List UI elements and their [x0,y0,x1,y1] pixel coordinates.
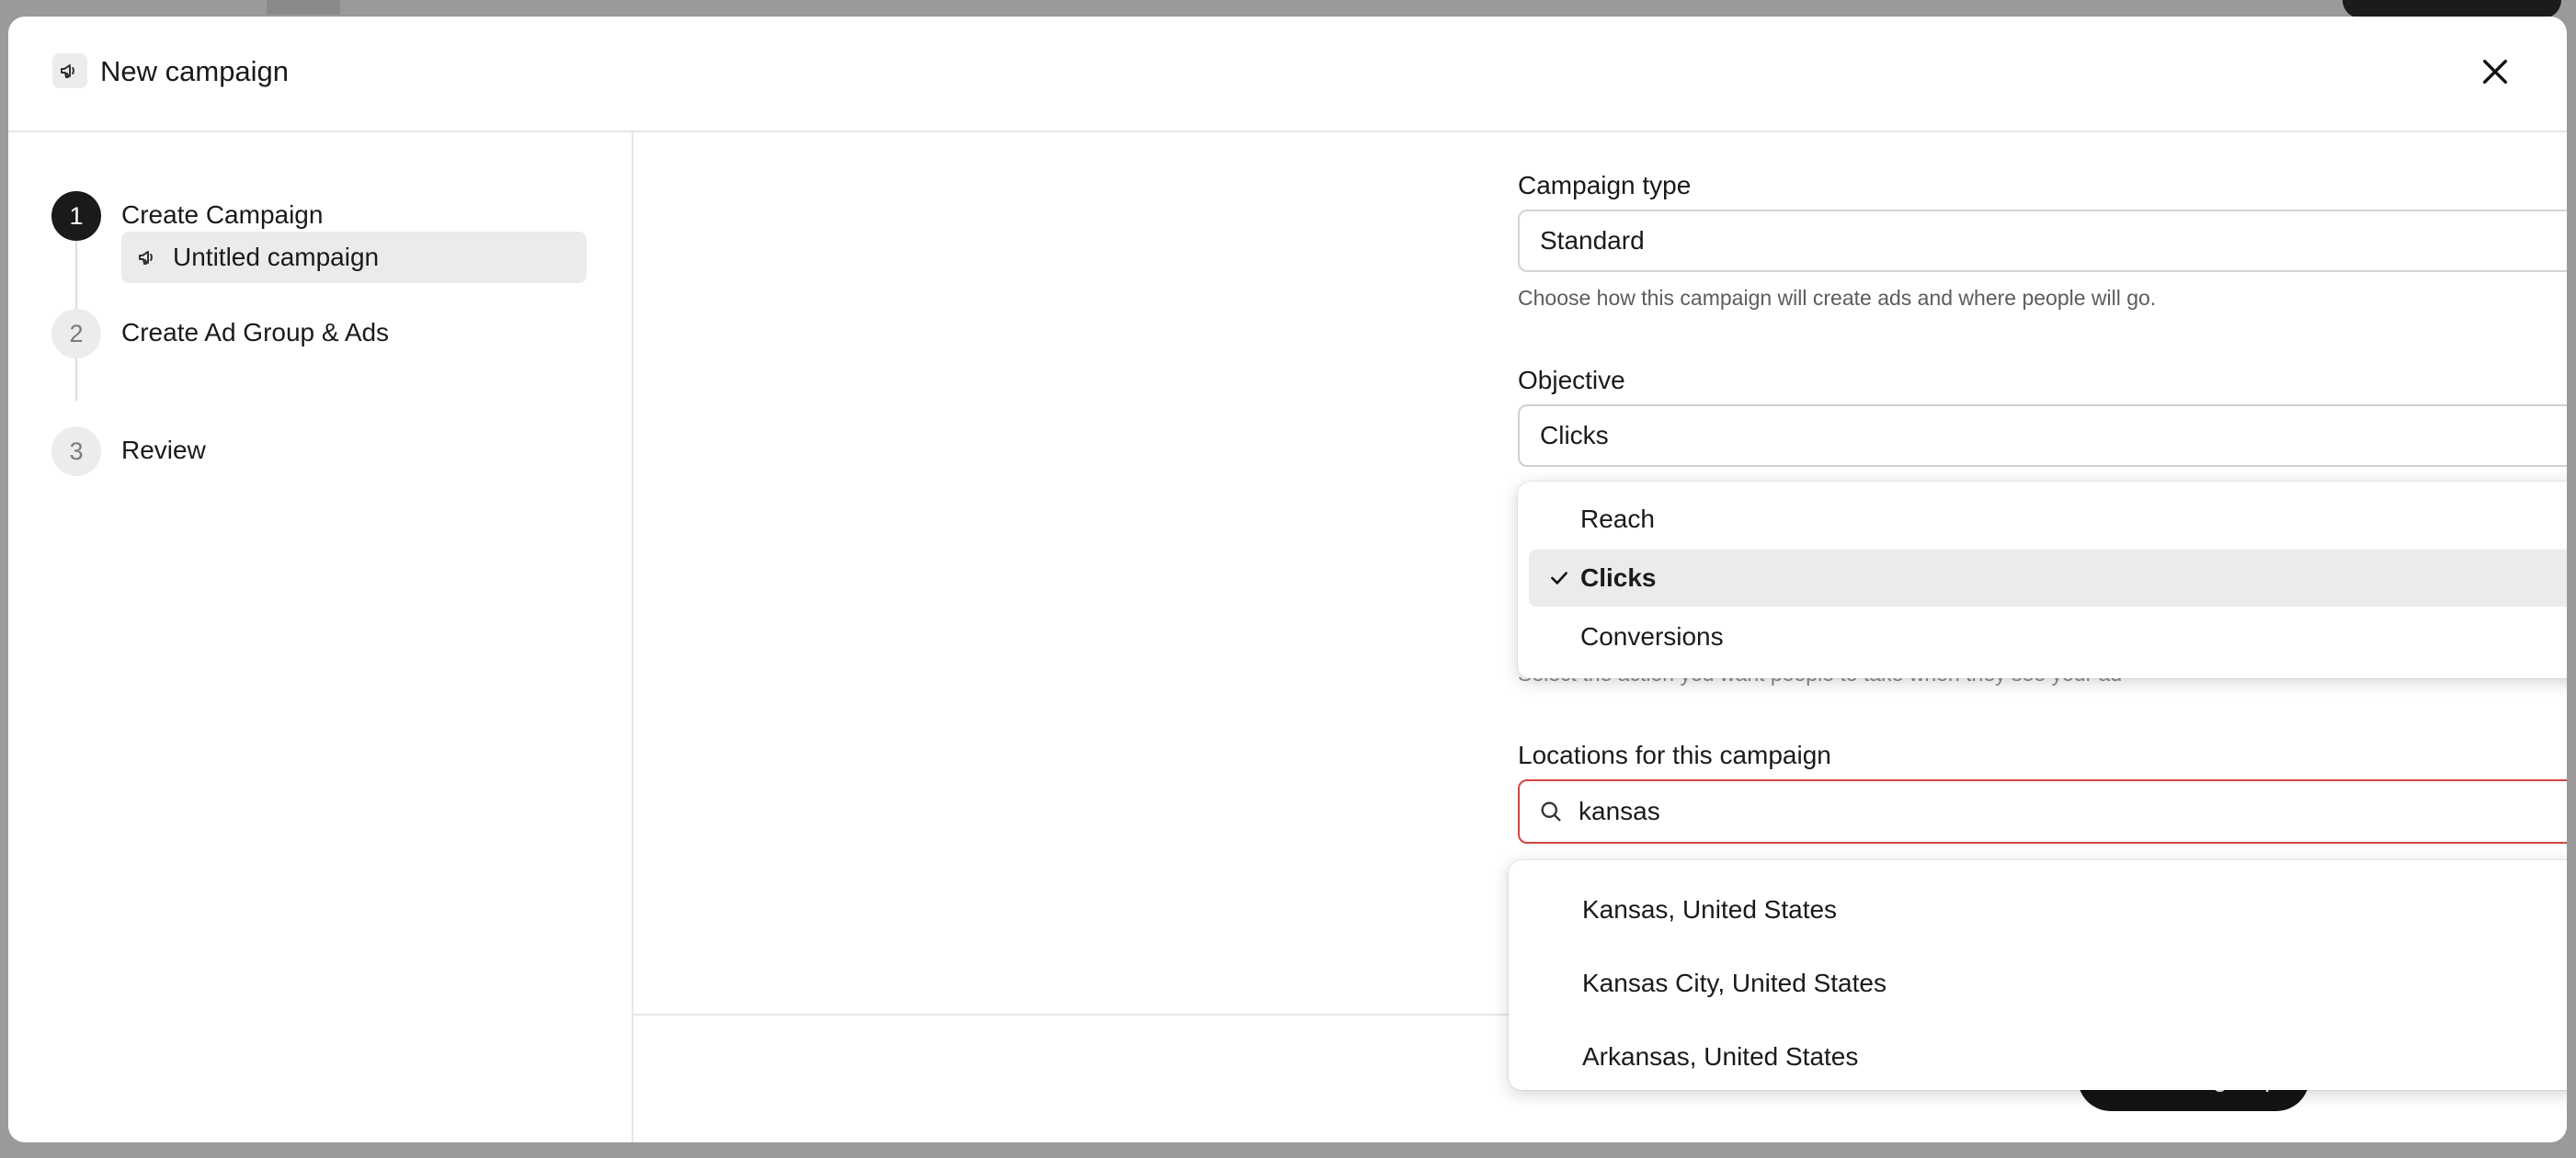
modal-header: New campaign [8,17,2567,132]
location-name: Kansas City, United States [1582,969,1886,997]
location-name: Arkansas, United States [1582,1042,1859,1071]
objective-label: Objective [1518,366,1625,394]
location-result-arkansas[interactable]: Arkansas, United States Regions [1509,1020,2567,1094]
background-chip [267,0,340,15]
location-result-kansas-city[interactable]: Kansas City, United States DMA [1509,947,2567,1020]
close-button[interactable] [2475,51,2515,92]
step-1-label[interactable]: Create Campaign [121,199,323,232]
objective-value: Clicks [1540,421,1609,449]
objective-option-conversions[interactable]: Conversions [1529,608,2567,665]
sidebar-item-untitled-campaign[interactable]: Untitled campaign [121,232,587,283]
location-name: Kansas, United States [1582,895,1838,924]
check-icon [1529,566,1580,590]
search-icon [1536,797,1566,826]
new-campaign-modal: New campaign 1 Create Campaign Untitled … [8,17,2567,1142]
location-result-kansas[interactable]: Kansas, United States Regions [1509,873,2567,947]
campaign-form: Campaign type Standard Choose how this c… [633,132,2567,1142]
steps-sidebar: 1 Create Campaign Untitled campaign 2 Cr… [8,132,633,1142]
megaphone-icon [52,53,87,88]
objective-select[interactable]: Clicks [1518,404,2567,467]
step-2-label[interactable]: Create Ad Group & Ads [121,316,389,349]
close-icon [2482,59,2508,85]
campaign-type-label: Campaign type [1518,171,1692,199]
locations-label: Locations for this campaign [1518,741,1831,769]
campaign-type-helper: Choose how this campaign will create ads… [1518,286,2157,310]
location-search-field[interactable] [1518,779,2567,844]
background-button [2342,0,2561,18]
option-label: Conversions [1580,622,1724,651]
objective-option-clicks[interactable]: Clicks [1529,550,2567,607]
location-results-menu: Kansas, United States Regions Kansas Cit… [1509,860,2567,1090]
option-label: Clicks [1580,563,1657,592]
campaign-type-select[interactable]: Standard [1518,210,2567,272]
campaign-type-value: Standard [1540,226,1645,255]
step-3-label[interactable]: Review [121,434,206,467]
step-2-indicator: 2 [51,309,101,358]
megaphone-icon [136,245,160,269]
location-search-input[interactable] [1577,796,2567,827]
sidebar-item-label: Untitled campaign [173,243,380,271]
step-3-indicator: 3 [51,426,101,476]
objective-options-menu: Reach Clicks Conversions [1518,482,2567,678]
modal-title: New campaign [100,55,290,87]
objective-option-reach[interactable]: Reach [1529,491,2567,548]
option-label: Reach [1580,505,1655,533]
step-1-indicator: 1 [51,191,101,241]
